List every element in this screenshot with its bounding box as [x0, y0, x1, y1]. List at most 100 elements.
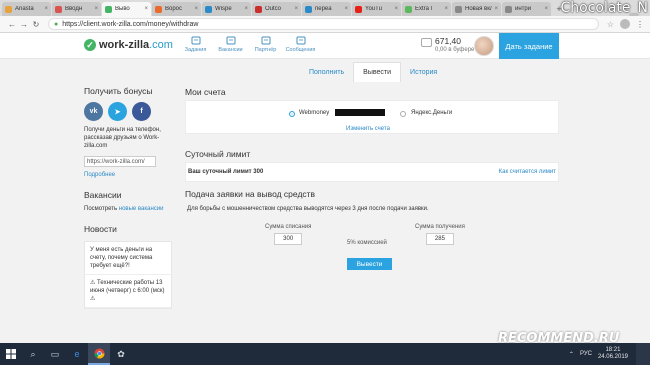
header-nav-label: Партнёр [254, 47, 277, 53]
header-nav-item[interactable]: Партнёр [248, 36, 283, 53]
forward-icon[interactable]: → [18, 20, 30, 29]
watermark-text: Chocolate_N [560, 0, 648, 16]
address-bar: ← → ↻ ● https://client.work-zilla.com/mo… [0, 16, 650, 33]
header-nav-item[interactable]: Задания [178, 36, 213, 53]
vk-icon[interactable]: vk [84, 102, 103, 121]
tab-close-icon[interactable]: × [344, 6, 348, 12]
money-tab[interactable]: Пополнить [300, 62, 353, 82]
receive-label: Сумма получения [415, 224, 465, 230]
fee-label: 5% комиссией [347, 240, 387, 246]
profile-avatar[interactable] [620, 19, 630, 29]
change-accounts-link[interactable]: Изменить счета [346, 126, 390, 132]
tab-title: Вводн [65, 6, 83, 12]
browser-tab[interactable]: Extra l × [402, 2, 451, 16]
tab-title: Anasta [15, 6, 34, 12]
social-buttons: vk ➤ f [84, 102, 172, 121]
recommend-watermark: RECOMMEND.RU [498, 331, 620, 346]
clock[interactable]: 18:21 24.06.2019 [598, 347, 628, 361]
tab-close-icon[interactable]: × [44, 6, 48, 12]
browser-tab[interactable]: Wispe × [202, 2, 251, 16]
logo-check-icon: ✓ [84, 39, 96, 51]
yandex-radio[interactable] [400, 111, 406, 117]
limit-title: Суточный лимит [185, 149, 251, 159]
news-title: Новости [84, 224, 117, 234]
url-text: https://client.work-zilla.com/money/with… [62, 20, 199, 28]
limit-label: Ваш суточный лимит 300 [188, 169, 264, 175]
browser-tab[interactable]: Anasta × [2, 2, 51, 16]
browser-tab[interactable]: YouTu × [352, 2, 401, 16]
tray-up-icon[interactable]: ⌃ [569, 351, 574, 358]
new-vacancies-link[interactable]: новые вакансии [119, 206, 164, 212]
system-tray: ⌃ РУС 18:21 24.06.2019 [569, 343, 650, 365]
tab-close-icon[interactable]: × [444, 6, 448, 12]
money-tab[interactable]: Вывести [353, 62, 402, 82]
reload-icon[interactable]: ↻ [30, 20, 42, 29]
browser-tab[interactable]: переа × [302, 2, 351, 16]
tab-title: YouTu [365, 6, 382, 12]
bonus-text: Получи деньги на телефон, рассказав друз… [84, 127, 161, 149]
tab-title: Новая вкл [465, 6, 493, 12]
tab-close-icon[interactable]: × [94, 6, 98, 12]
browser-tab[interactable]: Новая вкл × [452, 2, 501, 16]
news-item[interactable]: ⚠ Технические работы 13 июня (четверг) с… [85, 275, 171, 308]
main-content: Мои счета Webmoney Яндекс.Деньги Изменит… [185, 86, 559, 270]
money-tabs: Пополнить Вывести История [300, 62, 446, 82]
tab-close-icon[interactable]: × [544, 6, 548, 12]
tab-favicon-icon [155, 5, 162, 13]
chrome-icon[interactable] [88, 343, 110, 365]
bookmark-star-icon[interactable]: ☆ [607, 20, 614, 29]
task-view-icon[interactable]: ▭ [44, 343, 66, 365]
more-link[interactable]: Подробнее [84, 172, 172, 178]
browser-tab[interactable]: интри × [502, 2, 551, 16]
language-indicator[interactable]: РУС [580, 351, 592, 357]
windows-start-icon[interactable] [0, 343, 22, 365]
debit-amount-input[interactable]: 300 [274, 233, 303, 245]
money-tab[interactable]: История [401, 62, 446, 82]
user-avatar[interactable] [474, 36, 494, 56]
logo-word: work-zilla [99, 39, 150, 51]
news-item[interactable]: У меня есть деньги на счету, почему сист… [85, 242, 171, 275]
logo-domain: .com [149, 39, 173, 51]
tab-title: Extra l [415, 6, 433, 12]
partner-icon [261, 36, 271, 45]
news-list: У меня есть деньги на счету, почему сист… [84, 241, 172, 309]
browser-tab[interactable]: Outco × [252, 2, 301, 16]
search-icon[interactable]: ⌕ [22, 343, 44, 365]
debit-column: Сумма списания 300 [265, 224, 311, 245]
tab-close-icon[interactable]: × [394, 6, 398, 12]
back-icon[interactable]: ← [6, 20, 18, 29]
header-nav-label: Сообщения [285, 47, 316, 53]
tab-favicon-icon [255, 5, 262, 13]
tab-favicon-icon [305, 5, 312, 13]
vacancies-prefix: Посмотреть [84, 206, 118, 212]
app-icon[interactable]: ✿ [110, 343, 132, 365]
receive-amount-input[interactable]: 285 [425, 233, 454, 245]
edge-icon[interactable]: e [66, 343, 88, 365]
telegram-icon[interactable]: ➤ [108, 102, 127, 121]
url-field[interactable]: ● https://client.work-zilla.com/money/wi… [48, 18, 599, 30]
browser-menu-icon[interactable]: ⋮ [636, 20, 644, 29]
browser-tab[interactable]: Ворос × [152, 2, 201, 16]
notifications-icon[interactable] [636, 343, 650, 365]
give-task-button[interactable]: Дать задание [499, 33, 559, 59]
referral-link-input[interactable]: https://work-zilla.com/ [84, 156, 156, 167]
facebook-icon[interactable]: f [132, 102, 151, 121]
site-logo[interactable]: ✓ work-zilla.com [84, 39, 173, 51]
windows-taskbar: ⌕ ▭ e ✿ ⌃ РУС 18:21 24.06.2019 [0, 343, 650, 365]
tab-close-icon[interactable]: × [194, 6, 198, 12]
browser-tab[interactable]: Выво × [102, 2, 151, 16]
tab-close-icon[interactable]: × [294, 6, 298, 12]
tab-close-icon[interactable]: × [494, 6, 498, 12]
browser-tab[interactable]: Вводн × [52, 2, 101, 16]
header-nav-item[interactable]: Сообщения [283, 36, 318, 53]
withdraw-button[interactable]: Вывести [347, 258, 392, 270]
tab-close-icon[interactable]: × [144, 6, 148, 12]
webmoney-radio[interactable] [289, 111, 295, 117]
tab-title: интри [515, 6, 532, 12]
tab-close-icon[interactable]: × [244, 6, 248, 12]
header-nav-item[interactable]: Вакансии [213, 36, 248, 53]
limit-info-link[interactable]: Как считается лимит [499, 169, 556, 175]
bonus-title: Получить бонусы [84, 86, 153, 96]
lock-icon: ● [54, 20, 59, 28]
tab-title: Wispe [215, 6, 232, 12]
